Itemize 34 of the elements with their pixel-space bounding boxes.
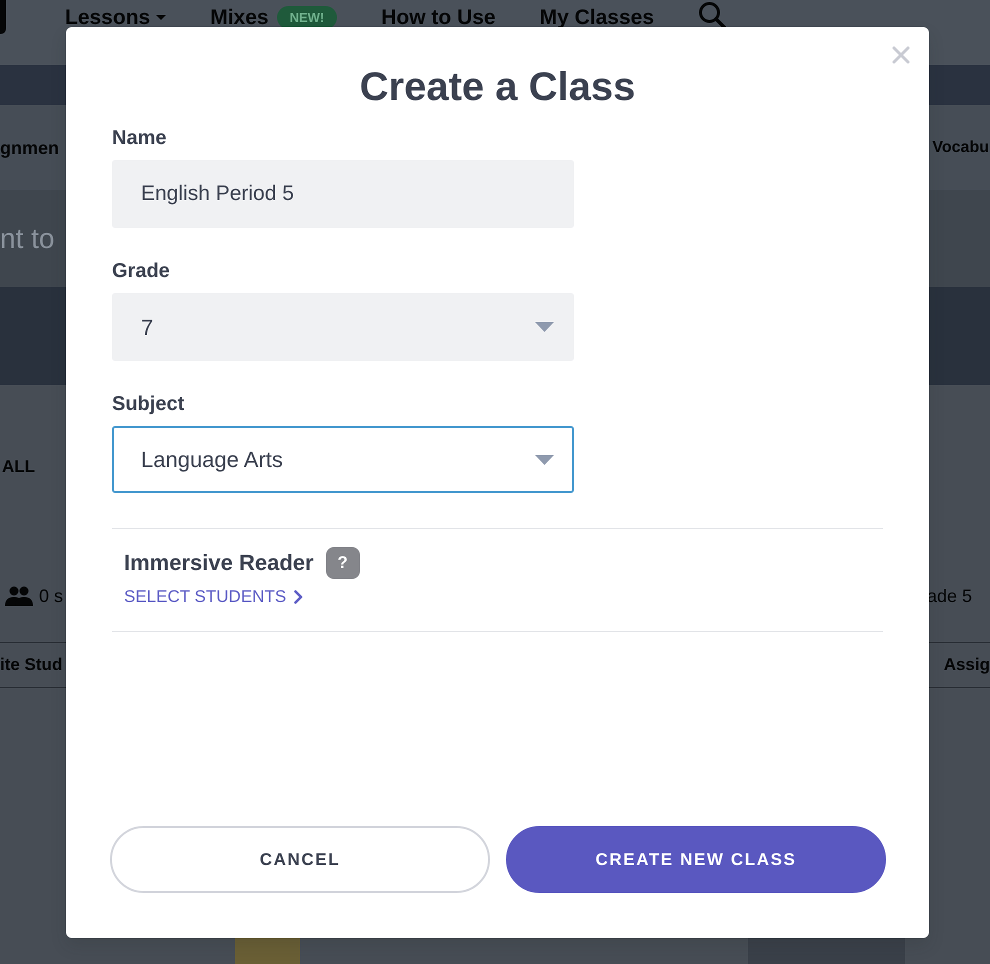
new-badge: NEW! [276,6,338,29]
close-icon[interactable] [892,46,910,64]
nav-link[interactable]: My Classes [540,7,654,28]
dialog-title: Create a Class [358,64,636,111]
logo-icon[interactable] [0,0,6,34]
grade-label: ade 5 [926,585,972,607]
section-title: Immersive Reader [124,550,314,576]
photo-placeholder [235,938,300,964]
dropdown-select[interactable]: 7 [112,293,574,361]
caret-icon [156,15,166,20]
field-label: Name [112,127,166,149]
action-link[interactable]: ite Stud [0,654,62,676]
field-label: Grade [112,260,170,282]
select-students-link[interactable]: SELECT STUDENTS [124,587,304,607]
nav-link[interactable]: How to Use [381,7,496,28]
caret-icon [535,322,554,332]
dropdown-select[interactable]: Language Arts [112,426,574,493]
hint-text: nt to [0,222,54,254]
student-count: 0 s [39,585,64,607]
action-link[interactable]: Assig [944,654,990,676]
text-field[interactable]: English Period 5 [112,160,574,228]
chevron-right-icon [294,590,304,604]
nav-link[interactable]: Lessons [65,7,166,28]
people-icon [5,586,33,606]
nav-link[interactable]: Mixes [210,7,269,28]
submit-button[interactable]: CREATE NEW CLASS [506,826,886,893]
tab-label[interactable]: Vocabu [932,136,990,158]
field-label: Subject [112,393,184,415]
cancel-button[interactable]: CANCEL [110,826,490,893]
search-icon[interactable] [698,1,726,29]
filter-label[interactable]: ALL [2,457,36,477]
help-badge[interactable]: ? [326,547,360,579]
caret-icon [535,454,554,464]
tab-label[interactable]: gnmen [0,136,60,158]
